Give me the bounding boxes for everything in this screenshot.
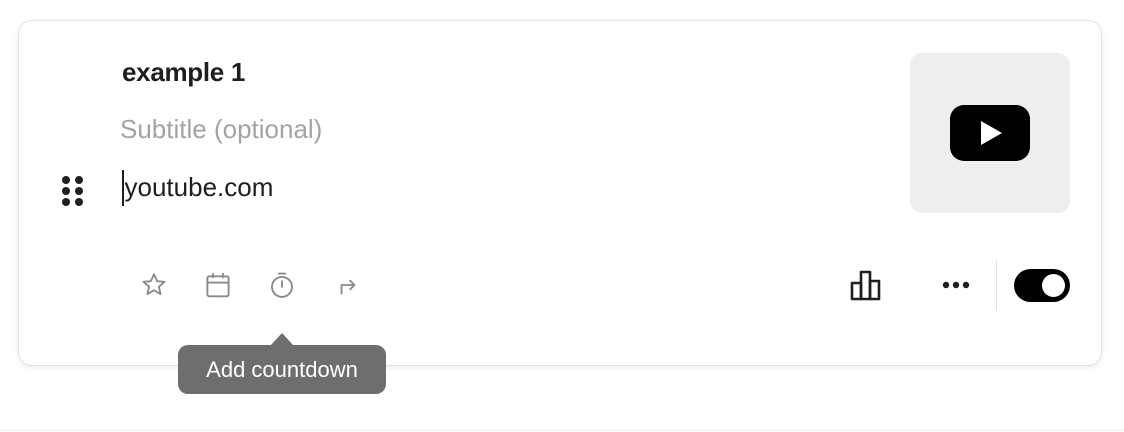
analytics-button[interactable] [848,266,886,304]
favorite-button[interactable] [135,266,173,304]
countdown-button[interactable] [263,266,301,304]
bottom-divider [0,430,1124,431]
redirect-arrow-icon [340,279,356,295]
thumbnail[interactable] [910,53,1070,213]
more-icon [942,281,970,289]
more-options-button[interactable] [937,266,975,304]
link-title[interactable]: example 1 [122,57,245,88]
schedule-button[interactable] [199,266,237,304]
toolbar-divider [996,260,997,310]
star-icon [142,273,166,296]
analytics-icon [850,270,881,301]
drag-handle-icon[interactable] [62,176,86,212]
link-editor: example 1 youtube.com [0,0,1124,432]
subtitle-input[interactable] [120,112,520,146]
toggle-knob [1042,274,1065,297]
enable-toggle[interactable] [1014,269,1070,302]
text-caret [122,170,124,206]
youtube-icon [950,105,1030,161]
redirect-button[interactable] [329,266,367,304]
calendar-icon [206,273,230,298]
tooltip: Add countdown [178,345,386,394]
url-field[interactable]: youtube.com [122,168,273,206]
timer-icon [271,272,293,298]
url-text: youtube.com [124,171,274,202]
